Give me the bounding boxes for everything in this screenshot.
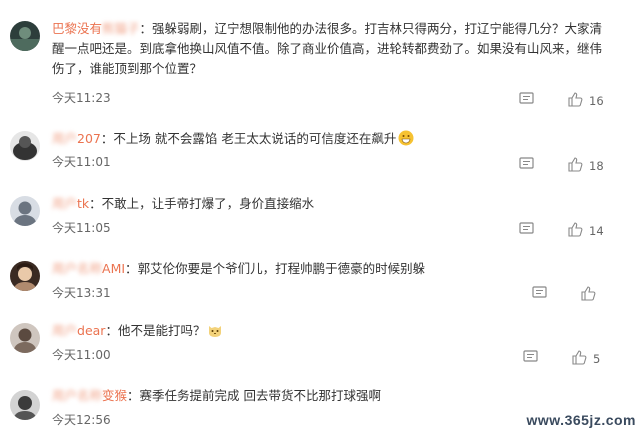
comment-icon (519, 92, 534, 109)
like-count: 18 (589, 158, 604, 173)
avatar[interactable] (10, 131, 40, 161)
cat-emoji-icon (207, 322, 223, 338)
like-count: 14 (589, 223, 604, 238)
like-button[interactable]: 18 (567, 156, 604, 175)
comment-time: 今天11:05 (52, 221, 111, 235)
comment-icon (523, 350, 538, 367)
like-button[interactable]: 5 (571, 349, 600, 368)
like-button[interactable]: 14 (567, 221, 604, 240)
like-count: 16 (589, 93, 604, 108)
comment-icon (519, 157, 534, 174)
comment-text: 用户名称变猴：赛季任务提前完成 回去带货不比那打球强啊 (52, 388, 382, 403)
reply-button[interactable] (532, 286, 547, 303)
comment-time: 今天13:31 (52, 286, 111, 300)
username-link[interactable]: 用户tk (52, 196, 89, 211)
comment-time: 今天11:01 (52, 155, 111, 169)
grin-emoji-icon (398, 130, 414, 146)
comment-time: 今天11:00 (52, 348, 111, 362)
username-link[interactable]: 用户名称变猴 (52, 388, 127, 403)
comment-time: 今天11:23 (52, 91, 111, 105)
avatar[interactable] (10, 21, 40, 51)
thumbs-up-icon (567, 221, 583, 240)
username-link[interactable]: 用户dear (52, 323, 105, 338)
comment-text: 用户tk：不敢上，让手帝打爆了，身价直接缩水 (52, 196, 315, 211)
username-link[interactable]: 用户名称AMI (52, 261, 125, 276)
thumbs-up-icon (580, 285, 596, 304)
reply-button[interactable] (519, 157, 534, 174)
thumbs-up-icon (571, 349, 587, 368)
comment-text: 用户dear：他不是能打吗？ (52, 321, 612, 341)
comment-icon (532, 286, 547, 303)
avatar[interactable] (10, 261, 40, 291)
avatar[interactable] (10, 390, 40, 420)
avatar[interactable] (10, 196, 40, 226)
avatar[interactable] (10, 323, 40, 353)
reply-button[interactable] (523, 350, 538, 367)
reply-button[interactable] (519, 222, 534, 239)
username-link[interactable]: 用户207 (52, 131, 101, 146)
comment-time: 今天12:56 (52, 413, 111, 427)
like-button[interactable] (580, 285, 602, 304)
comment-text: 用户名称AMI：郭艾伦你要是个爷们儿，打程帅鹏于德豪的时候别躲 (52, 261, 426, 276)
username-link[interactable]: 巴黎没有熊猫子 (52, 21, 140, 36)
comment-text: 用户207：不上场 就不会露馅 老王太太说话的可信度还在飙升 (52, 129, 612, 149)
watermark-domain: www.365jz.com (526, 412, 636, 428)
comment-text: 巴黎没有熊猫子：强躲弱刷，辽宁想限制他的办法很多。打吉林只得两分，打辽宁能得几分… (52, 21, 603, 76)
reply-button[interactable] (519, 92, 534, 109)
thumbs-up-icon (567, 156, 583, 175)
like-count: 5 (593, 351, 601, 366)
comment-icon (519, 222, 534, 239)
thumbs-up-icon (567, 91, 583, 110)
like-button[interactable]: 16 (567, 91, 604, 110)
watermark: www.365jz.com (527, 412, 636, 428)
